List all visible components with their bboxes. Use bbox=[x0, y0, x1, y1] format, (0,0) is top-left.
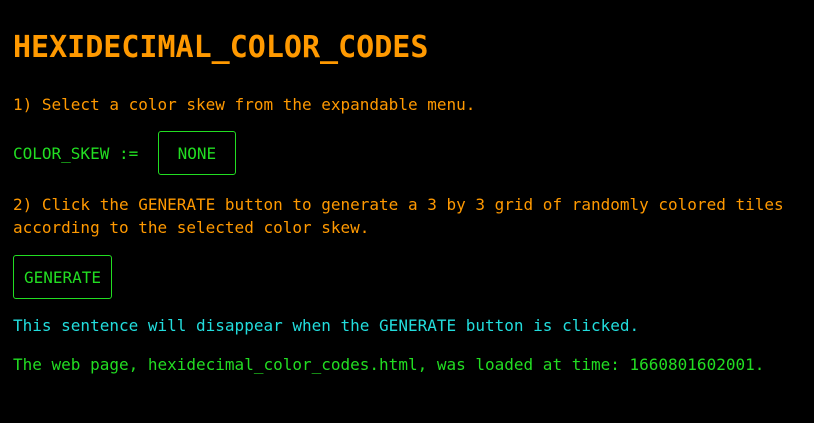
load-time-message: The web page, hexidecimal_color_codes.ht… bbox=[13, 355, 765, 374]
color-skew-row: COLOR_SKEW := NONE bbox=[13, 131, 236, 175]
step-2-instruction-line-1: 2) Click the GENERATE button to generate… bbox=[13, 195, 784, 214]
page-title: HEXIDECIMAL_COLOR_CODES bbox=[13, 30, 429, 65]
color-skew-select[interactable]: NONE bbox=[157, 131, 236, 175]
generate-button[interactable]: GENERATE bbox=[13, 255, 112, 299]
step-2-instruction-line-2: according to the selected color skew. bbox=[13, 218, 370, 237]
step-1-instruction: 1) Select a color skew from the expandab… bbox=[13, 95, 476, 114]
disappearing-notice: This sentence will disappear when the GE… bbox=[13, 316, 640, 335]
color-skew-label: COLOR_SKEW := bbox=[13, 143, 148, 163]
